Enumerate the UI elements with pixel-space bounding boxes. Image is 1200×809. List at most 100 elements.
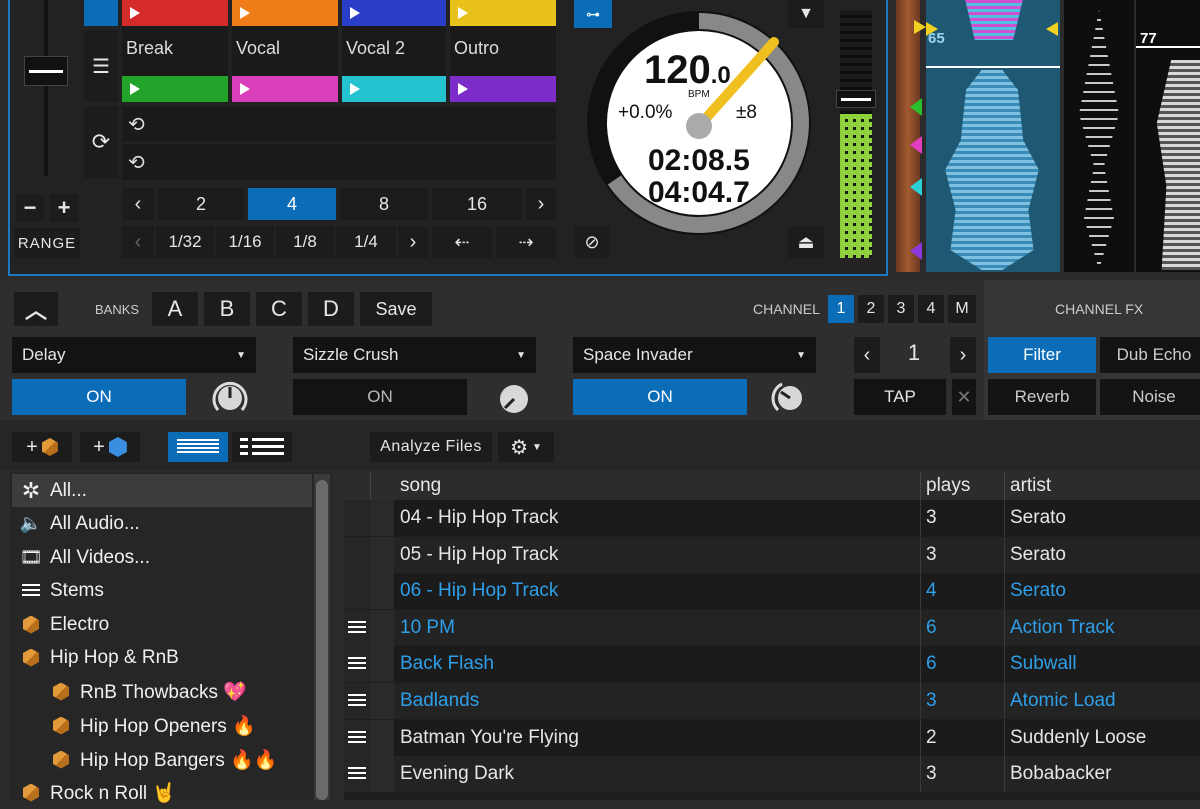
loop-size-prev-button[interactable]: ‹ xyxy=(122,188,154,220)
cue-mode-button[interactable] xyxy=(84,0,118,26)
sidebar-item-all-videos[interactable]: 🎞 All Videos... xyxy=(12,541,312,574)
loop-add-icon[interactable]: ⟲ xyxy=(128,112,145,137)
column-divider xyxy=(920,719,921,756)
bank-d-button[interactable]: D xyxy=(308,292,354,326)
sidebar-item-hip-hop-rnb[interactable]: Hip Hop & RnB xyxy=(12,641,312,674)
beatjump-forward-button[interactable]: ⇢ xyxy=(496,226,556,258)
column-header-plays[interactable]: plays xyxy=(926,475,970,497)
loop-fraction-1-8[interactable]: 1/8 xyxy=(276,226,334,258)
table-row[interactable]: Batman You're Flying 2 Suddenly Loose xyxy=(344,719,1200,756)
pitch-slider-handle[interactable] xyxy=(24,56,68,86)
fx-unit-1-select[interactable]: Delay ▼ xyxy=(12,337,256,373)
detail-list-view-button[interactable] xyxy=(232,432,292,462)
loop-size-next-button[interactable]: › xyxy=(526,188,556,220)
loop-size-16[interactable]: 16 xyxy=(432,188,522,220)
waveform-deck-2[interactable] xyxy=(1064,0,1134,272)
channel-fx-reverb-button[interactable]: Reverb xyxy=(988,379,1096,415)
fx-unit-1-knob[interactable] xyxy=(210,378,250,418)
table-row[interactable]: Evening Dark 3 Bobabacker xyxy=(344,756,1200,793)
analyze-files-button[interactable]: Analyze Files xyxy=(370,432,492,462)
fx-unit-2-on-button[interactable]: ON xyxy=(293,379,467,415)
sidebar-item-rock-n-roll[interactable]: Rock n Roll 🤘 xyxy=(12,776,312,809)
sidebar-item-stems[interactable]: Stems xyxy=(12,574,312,607)
stems-indicator-cell xyxy=(344,500,370,536)
fx-unit-1-on-button[interactable]: ON xyxy=(12,379,186,415)
gain-fader-handle[interactable] xyxy=(836,90,876,108)
pitch-slider-track[interactable] xyxy=(44,0,48,176)
collapse-panel-button[interactable]: ︿ xyxy=(14,292,58,326)
table-row[interactable]: 06 - Hip Hop Track 4 Serato xyxy=(344,573,1200,610)
fx-unit-3-knob[interactable] xyxy=(770,378,810,418)
list-mode-button[interactable]: ☰ xyxy=(84,30,118,102)
channel-master-button[interactable]: M xyxy=(948,295,976,323)
beats-next-button[interactable]: › xyxy=(950,337,976,373)
table-row[interactable]: 04 - Hip Hop Track 3 Serato xyxy=(344,500,1200,536)
fx-unit-2-select[interactable]: Sizzle Crush ▼ xyxy=(293,337,536,373)
bank-b-button[interactable]: B xyxy=(204,292,250,326)
save-bank-button[interactable]: Save xyxy=(360,292,432,326)
sidebar-item-rnb-throwbacks[interactable]: RnB Thowbacks 💖 xyxy=(12,675,312,708)
sidebar-scrollbar-thumb[interactable] xyxy=(316,480,328,800)
beats-prev-button[interactable]: ‹ xyxy=(854,337,880,373)
sidebar-item-all[interactable]: ✲ All... xyxy=(12,474,312,507)
channel-fx-dub-echo-button[interactable]: Dub Echo xyxy=(1100,337,1200,373)
fx-unit-3-select[interactable]: Space Invader ▼ xyxy=(573,337,816,373)
sidebar-item-electro[interactable]: Electro xyxy=(12,608,312,641)
simple-list-view-button[interactable] xyxy=(168,432,228,462)
column-divider xyxy=(1004,719,1005,756)
beatjump-back-button[interactable]: ⇠ xyxy=(432,226,492,258)
channel-fx-filter-button[interactable]: Filter xyxy=(988,337,1096,373)
table-row[interactable]: Back Flash 6 Subwall xyxy=(344,646,1200,683)
cue-label: Break xyxy=(126,38,174,58)
sidebar-item-hip-hop-openers[interactable]: Hip Hop Openers 🔥 xyxy=(12,709,312,742)
cue-pad-3[interactable]: Vocal 2 xyxy=(342,0,446,102)
cue-pad-4[interactable]: Outro xyxy=(450,0,556,102)
add-crate-button[interactable]: + xyxy=(12,432,72,462)
bank-a-button[interactable]: A xyxy=(152,292,198,326)
column-header-song[interactable]: song xyxy=(400,475,441,497)
loop-slot-2[interactable]: ⟲ xyxy=(122,144,556,180)
row-color-cell xyxy=(370,573,394,610)
channel-4-button[interactable]: 4 xyxy=(918,295,944,323)
loop-fraction-1-32[interactable]: 1/32 xyxy=(156,226,214,258)
channel-3-button[interactable]: 3 xyxy=(888,295,914,323)
column-header-artist[interactable]: artist xyxy=(1010,475,1051,497)
column-divider xyxy=(1004,646,1005,683)
loop-fraction-1-4[interactable]: 1/4 xyxy=(336,226,396,258)
clear-fx-button[interactable]: ✕ xyxy=(952,379,976,415)
sidebar-item-hip-hop-bangers[interactable]: Hip Hop Bangers 🔥🔥 xyxy=(12,743,312,776)
loop-size-2[interactable]: 2 xyxy=(158,188,244,220)
add-smart-crate-button[interactable]: + xyxy=(80,432,140,462)
loop-add-icon[interactable]: ⟲ xyxy=(128,150,145,175)
channel-1-button[interactable]: 1 xyxy=(828,295,854,323)
bank-c-button[interactable]: C xyxy=(256,292,302,326)
cue-pad-1[interactable]: Break xyxy=(122,0,228,102)
column-divider xyxy=(920,573,921,610)
waveform-deck-1[interactable] xyxy=(926,0,1060,272)
channel-2-button[interactable]: 2 xyxy=(858,295,884,323)
loop-slot-1[interactable]: ⟲ xyxy=(122,106,556,142)
loop-fraction-1-16[interactable]: 1/16 xyxy=(216,226,274,258)
fx-unit-3-on-button[interactable]: ON xyxy=(573,379,747,415)
range-button[interactable]: RANGE xyxy=(14,228,80,258)
cue-marker-green xyxy=(910,98,922,116)
pitch-plus-button[interactable]: + xyxy=(50,194,78,222)
channel-fx-noise-button[interactable]: Noise xyxy=(1100,379,1200,415)
loop-fraction-next-button[interactable]: › xyxy=(398,226,428,258)
tap-button[interactable]: TAP xyxy=(854,379,946,415)
loop-fraction-prev-button[interactable]: ‹ xyxy=(122,226,154,258)
fx-unit-2-knob[interactable] xyxy=(495,380,533,418)
table-row[interactable]: Badlands 3 Atomic Load xyxy=(344,683,1200,719)
loop-size-8[interactable]: 8 xyxy=(340,188,428,220)
sidebar-item-all-audio[interactable]: 🔈 All Audio... xyxy=(12,507,312,540)
table-row[interactable]: 05 - Hip Hop Track 3 Serato xyxy=(344,536,1200,573)
loop-mode-button[interactable]: ⟳ xyxy=(84,106,118,178)
crate-icon xyxy=(50,715,72,737)
loop-size-4[interactable]: 4 xyxy=(248,188,336,220)
pitch-minus-button[interactable]: − xyxy=(16,194,44,222)
cue-pad-2[interactable]: Vocal xyxy=(232,0,338,102)
column-divider xyxy=(1004,472,1005,500)
cue-color-bar xyxy=(122,0,228,26)
table-row[interactable]: 10 PM 6 Action Track xyxy=(344,609,1200,646)
settings-menu-button[interactable]: ⚙ ▼ xyxy=(498,432,554,462)
